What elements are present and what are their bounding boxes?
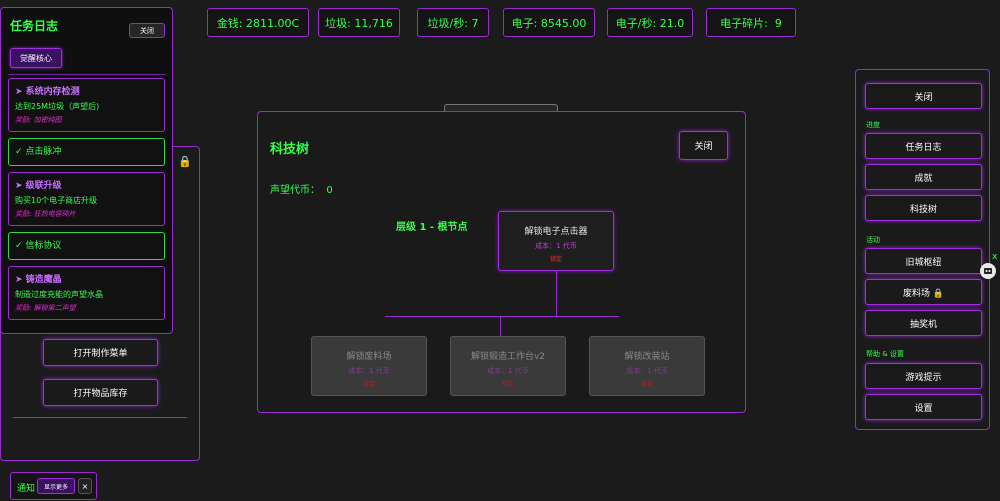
section-activity-label: 活动 [866,236,880,244]
quest-log-button[interactable]: 任务日志 [865,133,982,159]
tech-node-name: 解锁电子点击器 [524,227,588,237]
notification-close-button[interactable]: × [78,478,92,494]
quest-card: ➤ 系统内存检测 达到25M垃圾（声望后) 奖励: 加密纯图 [8,78,165,132]
quest-desc: 制造过度充能的声望水晶 [15,290,103,299]
stat-junk: 垃圾: 11,716 [318,8,400,37]
old-city-hub-button[interactable]: 旧城枢纽 [865,248,982,274]
quest-desc: 购买10个电子商店升级 [15,196,98,205]
tech-tree-button[interactable]: 科技树 [865,195,982,221]
divider [13,417,187,418]
notification-label: 通知 [17,484,36,494]
quest-name: ✓ 信标协议 [15,241,62,251]
stat-electrons: 电子: 8545.00 [503,8,595,37]
quest-log-panel: 任务日志 关闭 觉醒核心 ➤ 系统内存检测 达到25M垃圾（声望后) 奖励: 加… [0,7,173,334]
settings-button[interactable]: 设置 [865,394,982,420]
tech-node-status: 锁定 [640,381,653,388]
tips-button[interactable]: 游戏提示 [865,363,982,389]
tree-connector [556,271,557,316]
tech-node-status: 锁定 [549,256,562,263]
tech-node-child[interactable]: 解锁锻造工作台v2 成本：1 代币 锁定 [450,336,566,396]
show-more-button[interactable]: 显示更多 [37,478,75,494]
tech-node-cost: 成本：1 代币 [535,242,577,250]
quest-card: ✓ 点击脉冲 [8,138,165,166]
close-x-icon[interactable]: x [992,252,997,262]
lottery-button[interactable]: 抽奖机 [865,310,982,336]
awaken-core-button[interactable]: 觉醒核心 [10,48,62,68]
lock-icon: 🔒 [178,155,192,168]
tech-node-child[interactable]: 解锁废料场 成本：1 代币 锁定 [311,336,427,396]
tech-node-root[interactable]: 解锁电子点击器 成本：1 代币 锁定 [498,211,614,271]
tech-node-status: 锁定 [362,381,375,388]
stat-junk-rate: 垃圾/秒: 7 [417,8,489,37]
right-panel-close-button[interactable]: 关闭 [865,83,982,109]
tech-node-cost: 成本：1 代币 [487,367,529,375]
tier-label: 层级 1 - 根节点 [396,222,468,233]
quest-reward: 奖励: 加密纯图 [15,116,62,124]
notification-bar: 通知 显示更多 × [10,472,97,500]
quest-card: ➤ 铸造魔晶 制造过度充能的声望水晶 奖励: 解锁第二声望 [8,266,165,320]
robot-face-icon[interactable] [980,263,996,279]
right-menu-panel: 关闭 进度 任务日志 成就 科技树 活动 旧城枢纽 废料场 🔒 抽奖机 帮助 &… [855,69,990,430]
stat-electron-rate: 电子/秒: 21.0 [607,8,693,37]
tree-connector [500,316,501,336]
tree-connector [385,316,619,317]
tech-node-child[interactable]: 解锁改装站 成本：1 代币 锁定 [589,336,705,396]
quest-card: ➤ 级联升级 购买10个电子商店升级 奖励: 狂热电容碎片 [8,172,165,226]
quest-log-close-button[interactable]: 关闭 [129,23,165,38]
quest-desc: 达到25M垃圾（声望后) [15,102,100,111]
prestige-tokens: 声望代币： 0 [270,185,333,196]
stat-electron-shards: 电子碎片: 9 [706,8,796,37]
quest-name: ➤ 级联升级 [15,181,62,191]
quest-log-title: 任务日志 [10,19,59,33]
scrapyard-button[interactable]: 废料场 🔒 [865,279,982,305]
quest-card: ✓ 信标协议 [8,232,165,260]
stat-money: 金钱: 2811.00C [207,8,309,37]
tech-node-name: 解锁废料场 [346,352,392,362]
section-help-label: 帮助 & 设置 [866,350,904,358]
open-inventory-button[interactable]: 打开物品库存 [43,379,158,406]
quest-name: ✓ 点击脉冲 [15,147,62,157]
tech-tree-modal: 科技树 关闭 声望代币： 0 层级 1 - 根节点 解锁电子点击器 成本：1 代… [257,111,746,413]
quest-name: ➤ 系统内存检测 [15,87,80,97]
quest-reward: 奖励: 解锁第二声望 [15,304,76,312]
tech-node-name: 解锁锻造工作台v2 [470,352,546,362]
tech-tree-title: 科技树 [270,142,310,157]
quest-name: ➤ 铸造魔晶 [15,275,62,285]
section-progress-label: 进度 [866,121,880,129]
achievements-button[interactable]: 成就 [865,164,982,190]
tech-node-name: 解锁改装站 [624,352,670,362]
tech-tree-close-button[interactable]: 关闭 [679,131,728,160]
tech-node-cost: 成本：1 代币 [348,367,390,375]
quest-reward: 奖励: 狂热电容碎片 [15,210,76,218]
tech-node-cost: 成本：1 代币 [626,367,668,375]
divider [8,74,166,75]
tech-node-status: 锁定 [501,381,514,388]
open-craft-menu-button[interactable]: 打开制作菜单 [43,339,158,366]
